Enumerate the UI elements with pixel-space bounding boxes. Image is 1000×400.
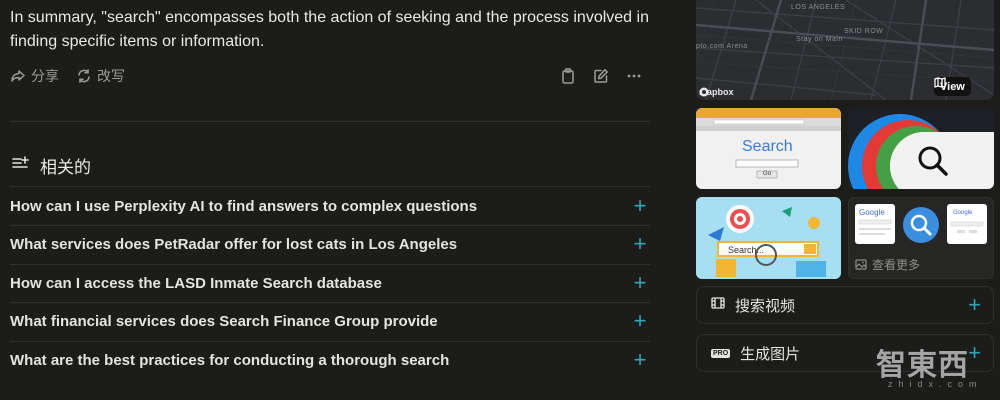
related-question[interactable]: What services does PetRadar offer for lo… [10, 225, 650, 263]
related-question[interactable]: How can I use Perplexity AI to find answ… [10, 187, 650, 225]
related-question[interactable]: What are the best practices for conducti… [10, 341, 650, 379]
related-question-text: How can I use Perplexity AI to find answ… [10, 197, 478, 215]
thumb-google-text: Google [859, 208, 885, 217]
map-view-button[interactable]: View [934, 77, 971, 96]
watermark-logo: 智東西 zhidx.com [876, 340, 986, 398]
see-more-row: 查看更多 [855, 256, 920, 273]
thumb-go-text: Go [763, 171, 772, 177]
related-question-text: How can I access the LASD Inmate Search … [10, 274, 382, 292]
related-title: 相关的 [40, 158, 91, 177]
related-question-text: What are the best practices for conducti… [10, 351, 450, 369]
map-widget[interactable]: LOS ANGELES pto.com Arena Stay on Main S… [696, 0, 994, 100]
related-question[interactable]: How can I access the LASD Inmate Search … [10, 264, 650, 302]
image-result[interactable] [848, 108, 994, 189]
section-divider [10, 121, 650, 122]
edit-button[interactable] [591, 66, 611, 86]
rewrite-label: 改写 [97, 68, 125, 84]
plus-icon[interactable]: + [630, 349, 650, 371]
ellipsis-icon [627, 74, 641, 78]
map-label: SKID ROW [844, 28, 884, 35]
mapbox-icon [699, 87, 709, 97]
film-icon [711, 296, 725, 314]
watermark-en: zhidx.com [888, 379, 983, 389]
plus-icon[interactable]: + [630, 272, 650, 294]
map-label: pto.com Arena [696, 43, 748, 50]
mapbox-logo: mapbox [699, 87, 734, 97]
image-result[interactable]: Search Go [696, 108, 841, 189]
plus-icon[interactable]: + [630, 233, 650, 255]
rewrite-icon [76, 68, 92, 84]
related-list-icon [10, 155, 30, 176]
answer-summary: In summary, "search" encompasses both th… [10, 9, 649, 50]
image-result[interactable]: Search... [696, 197, 841, 279]
map-label: LOS ANGELES [791, 4, 846, 11]
search-videos-button[interactable]: 搜索视频 + [696, 286, 994, 324]
edit-icon [594, 69, 608, 83]
answer-panel: In summary, "search" encompasses both th… [0, 0, 660, 400]
answer-actions: 分享 改写 [10, 66, 650, 86]
thumb-search-text: Search... [728, 245, 765, 255]
rewrite-button[interactable]: 改写 [76, 66, 125, 86]
pro-badge: PRO [711, 348, 731, 358]
related-question-text: What financial services does Search Fina… [10, 312, 438, 330]
map-icon [934, 77, 946, 88]
related-header: 相关的 [10, 153, 91, 178]
share-label: 分享 [31, 68, 59, 84]
search-magnifier-image [848, 114, 994, 189]
search-illustration-image [708, 205, 826, 277]
thumb-search-text: Search [742, 138, 793, 155]
plus-icon[interactable]: + [630, 310, 650, 332]
image-icon [855, 259, 867, 270]
copy-button[interactable] [558, 66, 578, 86]
related-question-text: What services does PetRadar offer for lo… [10, 235, 458, 253]
watermark-cn: 智東西 [876, 349, 969, 382]
clipboard-icon [562, 68, 574, 84]
thumb-google-text: Google [953, 210, 973, 216]
share-button[interactable]: 分享 [10, 66, 59, 86]
map-label: Stay on Main [796, 36, 843, 43]
see-more-images[interactable]: Google Google 查看更多 [848, 197, 994, 279]
plus-icon[interactable]: + [630, 195, 650, 217]
search-videos-label: 搜索视频 [735, 297, 796, 315]
related-question[interactable]: What financial services does Search Fina… [10, 302, 650, 340]
more-options-button[interactable] [624, 66, 644, 86]
see-more-label: 查看更多 [872, 258, 921, 272]
share-icon [10, 68, 26, 84]
plus-icon[interactable]: + [968, 294, 981, 316]
